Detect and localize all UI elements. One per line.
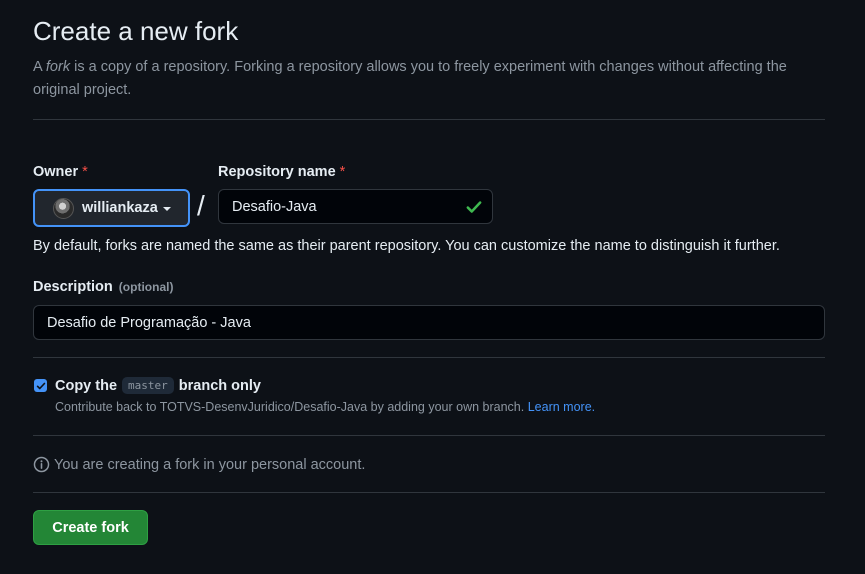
copy-branch-help-text: Contribute back to TOTVS-DesenvJuridico/… <box>55 400 525 414</box>
section-divider-2 <box>33 435 825 436</box>
copy-branch-checkbox[interactable] <box>34 379 47 392</box>
personal-account-info: You are creating a fork in your personal… <box>33 456 365 473</box>
checkmark-icon <box>36 382 45 389</box>
copy-branch-help: Contribute back to TOTVS-DesenvJuridico/… <box>55 400 595 414</box>
repo-name-input[interactable] <box>219 190 459 223</box>
repo-name-label-text: Repository name <box>218 164 336 180</box>
repo-name-label: Repository name * <box>218 164 345 180</box>
page-title: Create a new fork <box>33 16 239 46</box>
owner-repo-separator: / <box>197 190 205 221</box>
repo-name-field <box>218 189 493 224</box>
subtitle-rest: is a copy of a repository. Forking a rep… <box>33 59 787 98</box>
caret-down-icon <box>162 206 171 211</box>
repo-name-required-mark: * <box>339 164 346 180</box>
copy-branch-suffix: branch only <box>178 377 261 394</box>
owner-label-text: Owner <box>33 164 79 180</box>
owner-select-button[interactable]: williankaza <box>33 189 190 227</box>
branch-name-code: master <box>122 377 174 394</box>
copy-branch-prefix: Copy the <box>55 377 118 394</box>
description-input[interactable] <box>33 305 825 340</box>
owner-label: Owner * <box>33 164 88 180</box>
create-fork-button[interactable]: Create fork <box>33 510 148 545</box>
description-optional: (optional) <box>118 280 174 294</box>
subtitle-prefix: A <box>33 59 46 75</box>
header-divider <box>33 119 825 120</box>
info-text: You are creating a fork in your personal… <box>54 456 366 473</box>
learn-more-link[interactable]: Learn more. <box>528 400 595 414</box>
subtitle-emphasis: fork <box>45 59 71 75</box>
description-label-text: Description <box>33 279 113 295</box>
check-icon <box>466 201 482 213</box>
owner-required-mark: * <box>82 164 88 180</box>
description-label: Description (optional) <box>33 279 173 295</box>
avatar <box>53 197 74 219</box>
page-subtitle: A fork is a copy of a repository. Forkin… <box>33 56 833 102</box>
copy-branch-label[interactable]: Copy the master branch only <box>55 377 261 394</box>
info-icon <box>33 456 50 473</box>
owner-name: williankaza <box>82 200 158 216</box>
section-divider <box>33 357 825 358</box>
repo-name-hint: By default, forks are named the same as … <box>33 238 780 254</box>
fork-page: Create a new fork A fork is a copy of a … <box>0 0 865 574</box>
section-divider-3 <box>33 492 825 493</box>
